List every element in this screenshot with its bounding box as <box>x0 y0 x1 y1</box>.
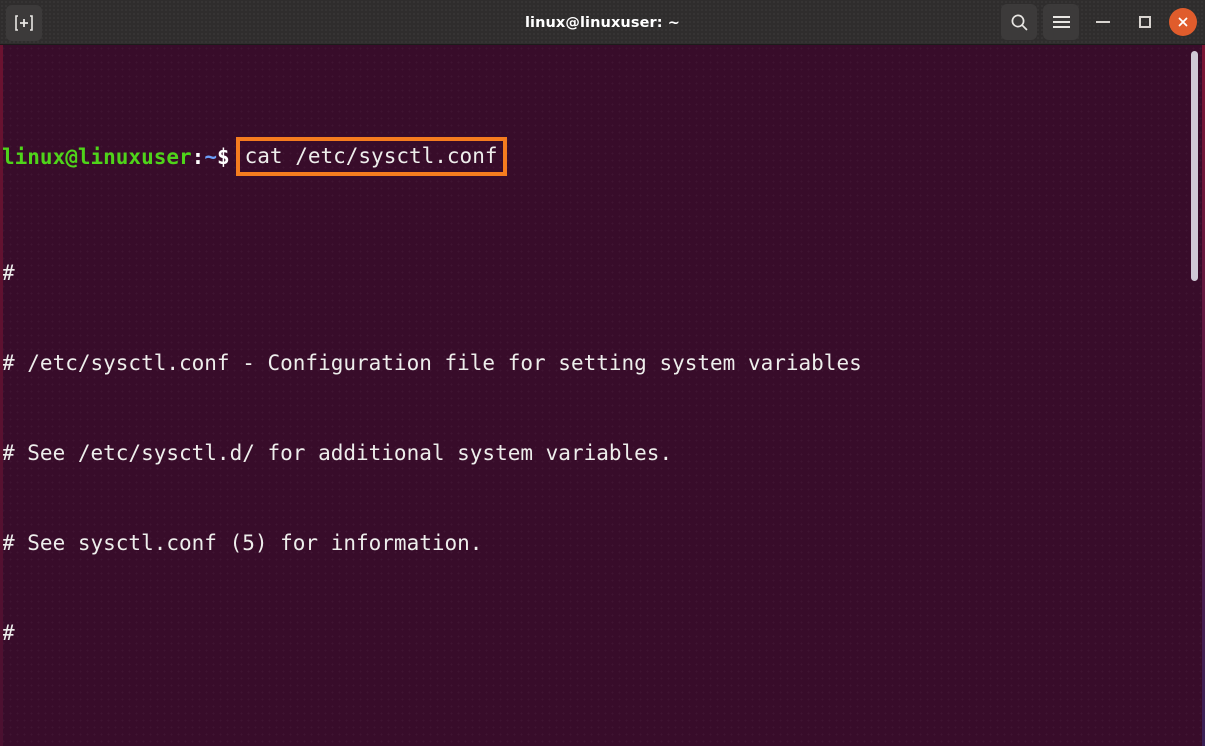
search-icon <box>1011 14 1028 31</box>
minimize-icon <box>1096 21 1110 23</box>
prompt-colon: : <box>191 145 205 169</box>
titlebar-right-controls <box>1001 4 1197 40</box>
scrollbar-thumb[interactable] <box>1191 51 1198 281</box>
maximize-icon <box>1139 16 1151 28</box>
window-edge-left <box>0 45 3 746</box>
scrollbar[interactable] <box>1190 48 1199 743</box>
output-line: # <box>2 261 15 285</box>
minimize-button[interactable] <box>1085 4 1121 40</box>
terminal-output: linux@linuxuser:~$ cat /etc/sysctl.conf #… <box>0 45 1205 746</box>
new-tab-icon <box>15 15 33 31</box>
prompt-path: ~ <box>204 145 217 169</box>
title-bar: linux@linuxuser: ~ <box>0 0 1205 45</box>
command-highlight-box: cat /etc/sysctl.conf <box>235 137 507 176</box>
prompt-sigil: $ <box>216 145 230 169</box>
close-icon <box>1178 17 1188 27</box>
new-tab-button[interactable] <box>6 5 42 41</box>
menu-button[interactable] <box>1043 4 1079 40</box>
terminal-window: linux@linuxuser: ~ linux@linuxuser:~$ ca… <box>0 0 1205 746</box>
output-line: # See sysctl.conf (5) for information. <box>2 531 483 555</box>
output-line: # <box>2 621 15 645</box>
prompt-line: linux@linuxuser:~$ cat /etc/sysctl.conf <box>2 137 1205 176</box>
output-line: # /etc/sysctl.conf - Configuration file … <box>2 351 862 375</box>
close-button[interactable] <box>1169 8 1197 36</box>
prompt-user-host: linux@linuxuser <box>2 145 192 169</box>
terminal-screen[interactable]: linux@linuxuser:~$ cat /etc/sysctl.conf #… <box>0 45 1205 746</box>
maximize-button[interactable] <box>1127 4 1163 40</box>
hamburger-icon <box>1052 16 1070 28</box>
output-line: # See /etc/sysctl.d/ for additional syst… <box>2 441 673 465</box>
search-button[interactable] <box>1001 4 1037 40</box>
titlebar-left-controls <box>6 5 42 41</box>
output-line-blank <box>2 708 1205 738</box>
